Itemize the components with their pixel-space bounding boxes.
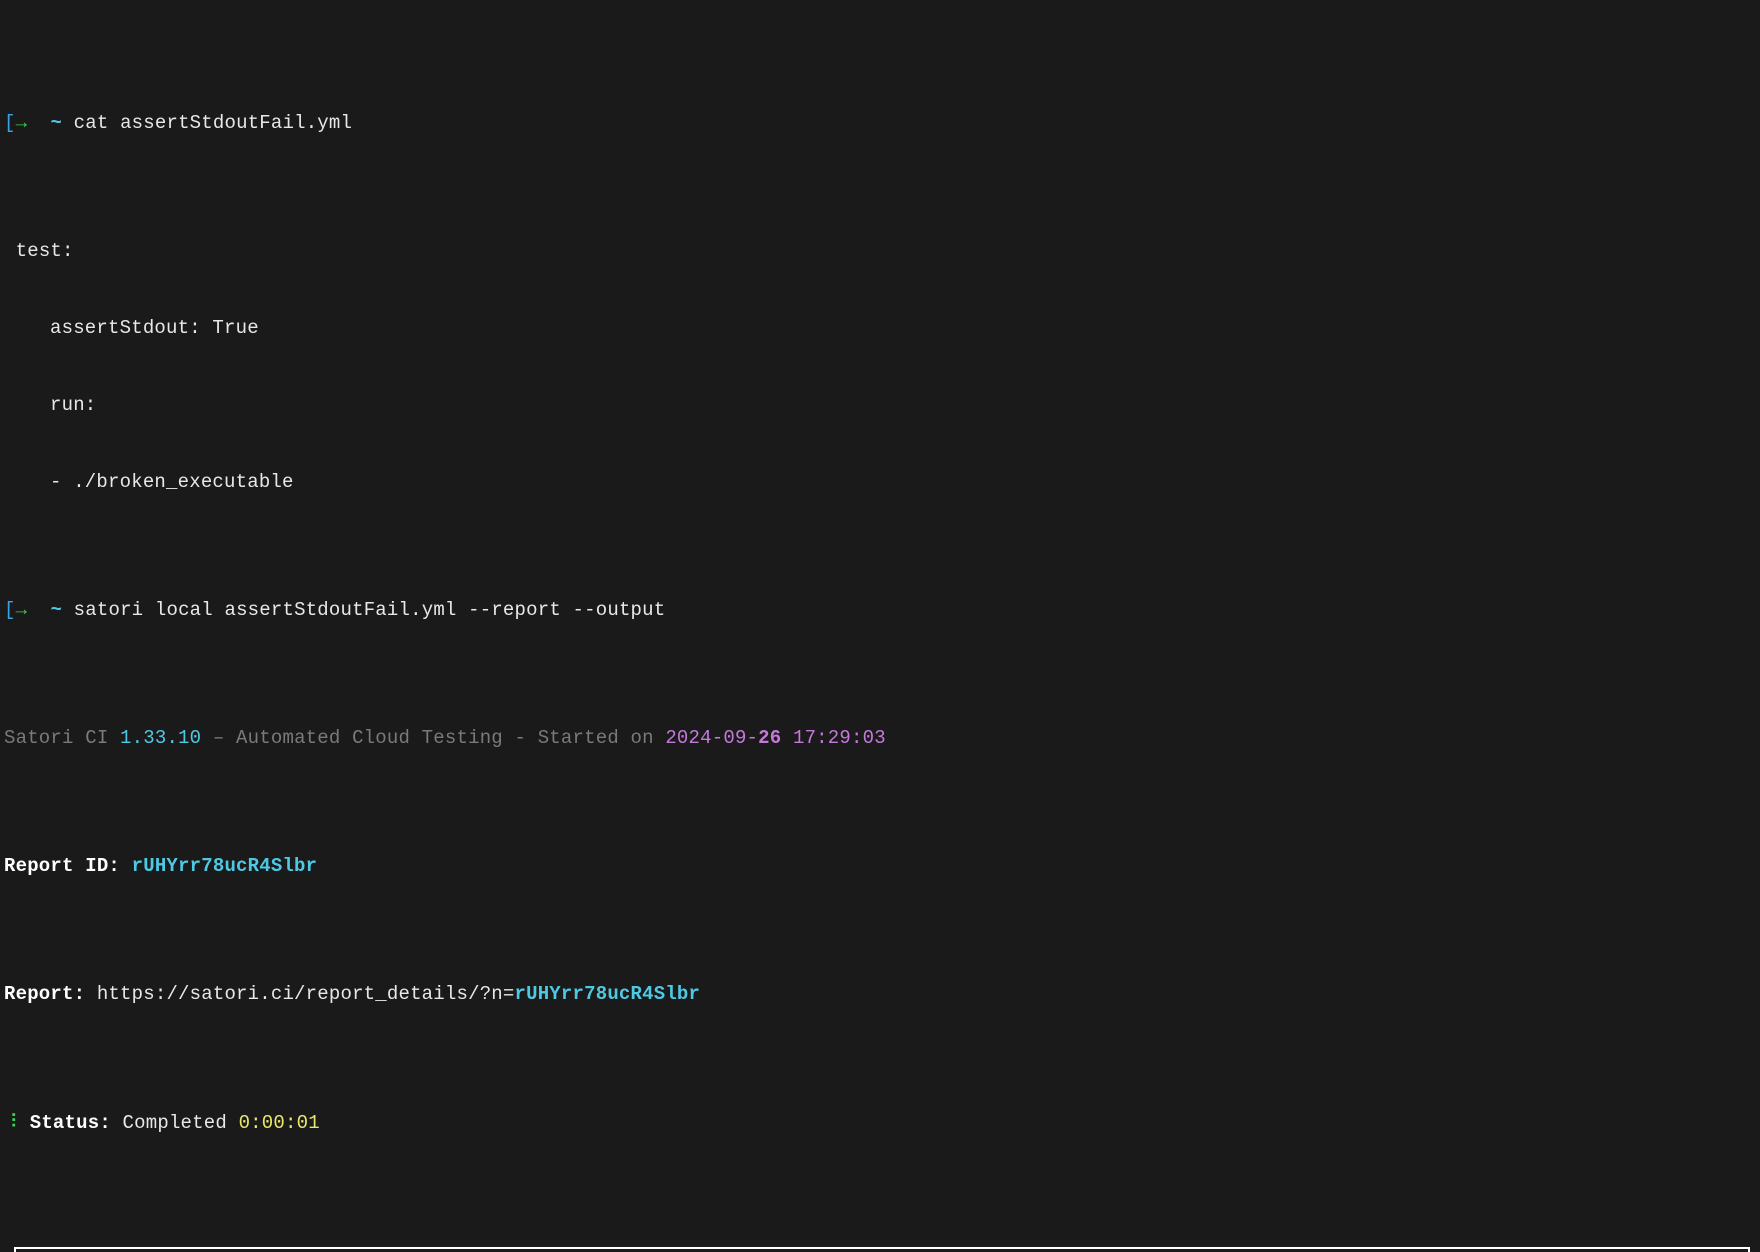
result-box: Result: Fail(1) Test: test:run | Testcas…	[14, 1247, 1750, 1252]
spinner-icon: ⠸	[4, 1112, 18, 1134]
prompt-line-2: [→ ~ satori local assertStdoutFail.yml -…	[4, 598, 1756, 624]
command-2: satori local assertStdoutFail.yml --repo…	[74, 599, 666, 621]
report-id-line: Report ID: rUHYrr78ucR4Slbr	[4, 854, 1756, 880]
report-url-line: Report: https://satori.ci/report_details…	[4, 982, 1756, 1008]
yaml-line-assert: assertStdout: True	[4, 316, 1756, 342]
status-line: ⠸ Status: Completed 0:00:01	[4, 1111, 1756, 1137]
yaml-line-run-item: - ./broken_executable	[4, 470, 1756, 496]
header-line: Satori CI 1.33.10 – Automated Cloud Test…	[4, 726, 1756, 752]
yaml-line-test: test:	[4, 239, 1756, 265]
command-1: cat assertStdoutFail.yml	[74, 112, 352, 134]
yaml-line-run: run:	[4, 393, 1756, 419]
prompt-line-1: [→ ~ cat assertStdoutFail.yml	[4, 111, 1756, 137]
terminal[interactable]: [→ ~ cat assertStdoutFail.yml test: asse…	[4, 8, 1756, 1252]
